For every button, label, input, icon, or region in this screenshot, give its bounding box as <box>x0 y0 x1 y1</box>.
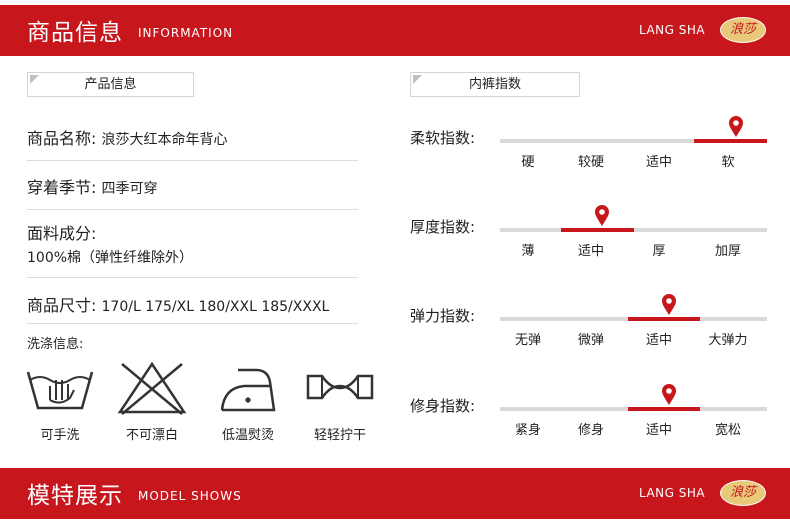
footer-title-cn: 模特展示 <box>27 483 123 509</box>
index-option: 加厚 <box>714 244 741 259</box>
index-option: 软 <box>721 155 735 170</box>
index-selected-segment <box>627 316 701 321</box>
index-option: 修身 <box>577 423 604 438</box>
care-label: 洗涤信息: <box>27 337 84 352</box>
product-info-tab: 产品信息 <box>27 72 194 97</box>
index-track <box>500 316 767 321</box>
header-title-en: INFORMATION <box>138 26 234 40</box>
care-label-wring: 轻轻拧干 <box>313 428 366 443</box>
footer-brand: LANG SHA <box>639 486 706 500</box>
care-label-no-bleach: 不可漂白 <box>125 428 178 443</box>
size-label: 商品尺寸: <box>27 296 97 315</box>
season-value: 四季可穿 <box>101 181 158 197</box>
index-option: 适中 <box>645 155 672 170</box>
material-value: 100%棉（弹性纤维除外） <box>27 250 194 266</box>
index-label: 柔软指数: <box>410 129 476 147</box>
footer-banner: 模特展示 MODEL SHOWS LANG SHA 浪莎 <box>0 468 790 519</box>
footer-title-en: MODEL SHOWS <box>138 489 242 503</box>
index-selected-segment <box>694 138 767 143</box>
care-label-low-iron: 低温熨烫 <box>221 428 274 443</box>
map-pin-icon <box>661 384 676 405</box>
size-row: 商品尺寸: 170/L 175/XL 180/XXL 185/XXXL <box>27 292 358 316</box>
map-pin-icon <box>728 116 743 137</box>
index-option: 宽松 <box>714 423 741 438</box>
header-title-cn: 商品信息 <box>27 20 123 46</box>
index-option: 硬 <box>521 155 535 170</box>
season-row: 穿着季节: 四季可穿 <box>27 174 358 198</box>
index-selected-segment <box>627 406 701 411</box>
index-option: 厚 <box>652 244 666 259</box>
size-value: 170/L 175/XL 180/XXL 185/XXXL <box>101 299 330 315</box>
divider <box>27 160 358 161</box>
product-name-value: 浪莎大红本命年背心 <box>101 132 228 148</box>
gentle-wring-icon <box>306 374 374 400</box>
map-pin-icon <box>595 205 610 226</box>
indices-tab-label: 内裤指数 <box>468 77 521 92</box>
index-option: 适中 <box>577 244 604 259</box>
index-option: 紧身 <box>514 423 541 438</box>
index-selected-segment <box>560 227 634 232</box>
divider <box>27 277 358 278</box>
care-label-hand-wash: 可手洗 <box>40 428 80 443</box>
low-temp-iron-icon <box>220 368 276 412</box>
index-label: 弹力指数: <box>410 307 476 325</box>
corner-marker <box>413 75 422 84</box>
index-track <box>500 406 767 411</box>
index-option: 适中 <box>645 423 672 438</box>
index-track <box>500 227 767 232</box>
index-option: 薄 <box>521 244 535 259</box>
header-brand: LANG SHA <box>639 23 706 37</box>
index-track <box>500 138 767 143</box>
product-name-label: 商品名称: <box>27 129 97 148</box>
product-name-row: 商品名称: 浪莎大红本命年背心 <box>27 125 358 149</box>
index-option: 微弹 <box>577 333 604 348</box>
hand-wash-icon <box>26 371 94 410</box>
index-label: 修身指数: <box>410 397 476 415</box>
index-label: 厚度指数: <box>410 218 476 236</box>
no-bleach-icon <box>117 361 187 415</box>
divider <box>27 323 358 324</box>
index-option: 无弹 <box>514 333 541 348</box>
index-option: 大弹力 <box>708 333 748 348</box>
product-info-tab-label: 产品信息 <box>84 77 137 92</box>
brand-logo: 浪莎 <box>720 17 766 43</box>
index-option: 适中 <box>645 333 672 348</box>
divider <box>27 209 358 210</box>
index-option: 较硬 <box>577 155 604 170</box>
header-banner: 商品信息 INFORMATION LANG SHA 浪莎 <box>0 5 790 56</box>
map-pin-icon <box>661 294 676 315</box>
material-row: 面料成分: 100%棉（弹性纤维除外） <box>27 220 358 267</box>
material-label: 面料成分: <box>27 224 97 243</box>
season-label: 穿着季节: <box>27 178 97 197</box>
indices-tab: 内裤指数 <box>410 72 580 97</box>
corner-marker <box>30 75 39 84</box>
brand-logo: 浪莎 <box>720 480 766 506</box>
